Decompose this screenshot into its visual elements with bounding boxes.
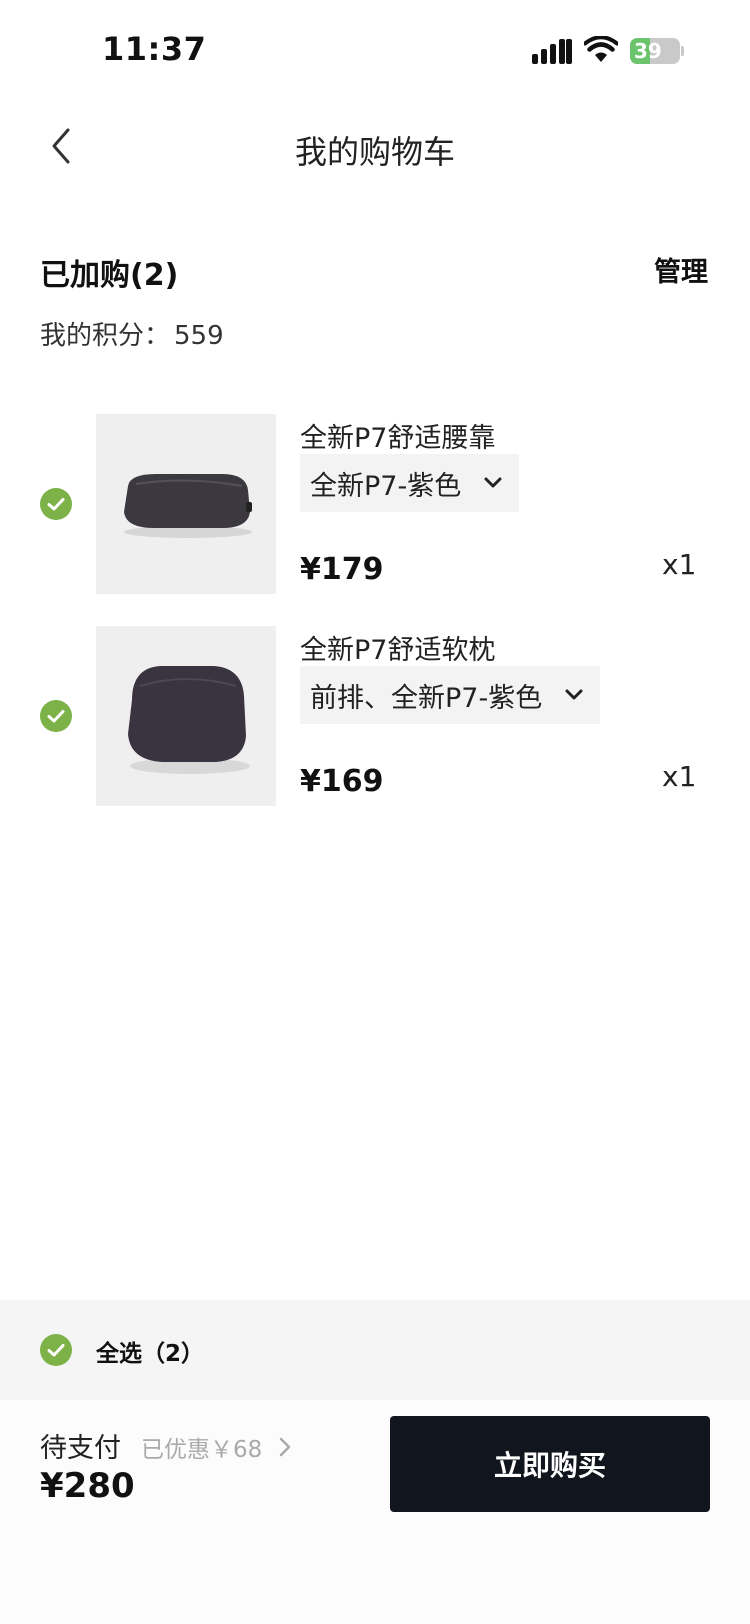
status-time: 11:37 xyxy=(102,30,207,68)
item-quantity: x1 xyxy=(662,548,697,581)
battery-percent: 39 xyxy=(634,39,662,63)
item-name: 全新P7舒适软枕 xyxy=(300,635,496,666)
chevron-down-icon xyxy=(565,689,583,700)
total-price: ¥280 xyxy=(40,1466,135,1506)
buy-now-button[interactable]: 立即购买 xyxy=(390,1416,710,1512)
item-quantity: x1 xyxy=(662,760,697,793)
buy-now-label: 立即购买 xyxy=(493,1449,606,1482)
points-label: 我的积分： xyxy=(40,321,171,351)
chevron-right-icon xyxy=(280,1437,291,1457)
discount-detail[interactable]: 已优惠￥68 xyxy=(141,1430,292,1464)
page-title: 我的购物车 xyxy=(294,133,455,171)
variant-selector[interactable]: 前排、全新P7-紫色 xyxy=(300,666,601,724)
select-all-label[interactable]: 全选（2） xyxy=(96,1334,204,1368)
chevron-down-icon xyxy=(484,477,502,488)
battery-icon: 39 xyxy=(630,38,684,64)
variant-selector[interactable]: 全新P7-紫色 xyxy=(300,454,520,512)
product-image[interactable] xyxy=(96,626,276,806)
product-image[interactable] xyxy=(96,414,276,594)
pay-label: 待支付 xyxy=(40,1433,121,1464)
discount-label: 已优惠￥68 xyxy=(141,1437,263,1463)
cart-screen: 11:37 39 我的购物车 已加购(2) 管理 我的积分： 559 全新P7舒… xyxy=(0,0,750,1624)
check-circle-icon[interactable] xyxy=(40,1334,72,1366)
item-price: ¥179 xyxy=(300,552,384,587)
points-value: 559 xyxy=(174,321,224,351)
check-circle-icon[interactable] xyxy=(40,700,72,732)
select-all-bar: 全选（2） xyxy=(0,1300,750,1400)
cart-count-heading: 已加购(2) xyxy=(40,258,179,293)
check-circle-icon[interactable] xyxy=(40,488,72,520)
item-price: ¥169 xyxy=(300,764,384,799)
wifi-icon xyxy=(584,36,618,62)
manage-button[interactable]: 管理 xyxy=(654,250,708,289)
item-name: 全新P7舒适腰靠 xyxy=(300,423,496,454)
variant-label: 全新P7-紫色 xyxy=(310,470,462,502)
status-bar: 11:37 39 xyxy=(0,0,750,100)
lumbar-cushion-image xyxy=(96,414,276,594)
points-row: 我的积分： 559 xyxy=(40,315,224,352)
cellular-signal-icon xyxy=(532,39,572,64)
cart-item: 全新P7舒适软枕 前排、全新P7-紫色 ¥169 x1 xyxy=(0,626,750,806)
checkout-footer: 待支付 已优惠￥68 ¥280 立即购买 xyxy=(0,1400,750,1624)
cart-item: 全新P7舒适腰靠 全新P7-紫色 ¥179 x1 xyxy=(0,414,750,594)
variant-label: 前排、全新P7-紫色 xyxy=(310,682,543,714)
pillow-image xyxy=(96,626,276,806)
